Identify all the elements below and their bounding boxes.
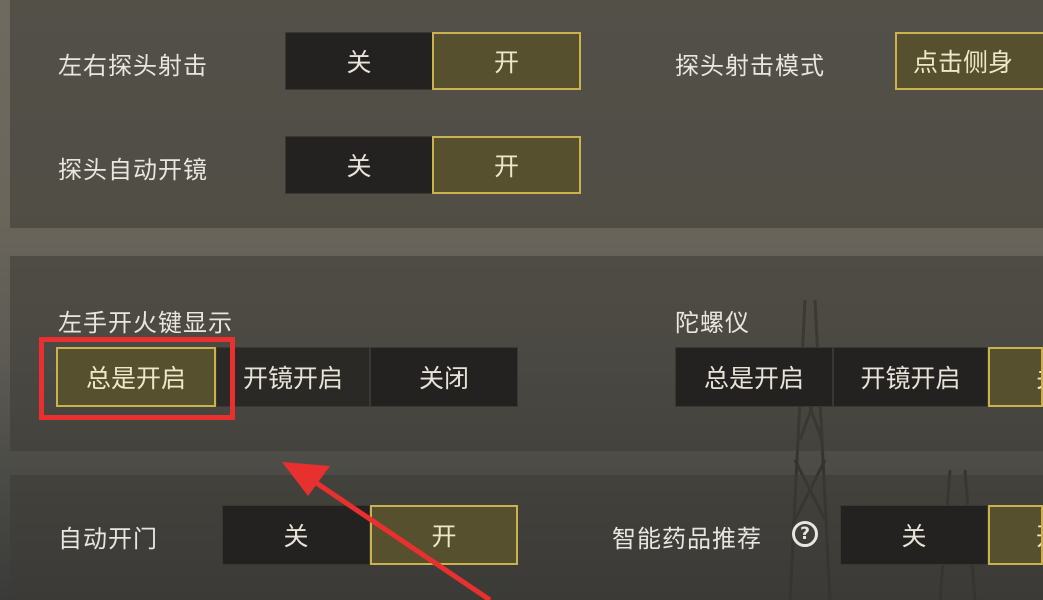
red-annotation-arrow — [282, 462, 492, 600]
